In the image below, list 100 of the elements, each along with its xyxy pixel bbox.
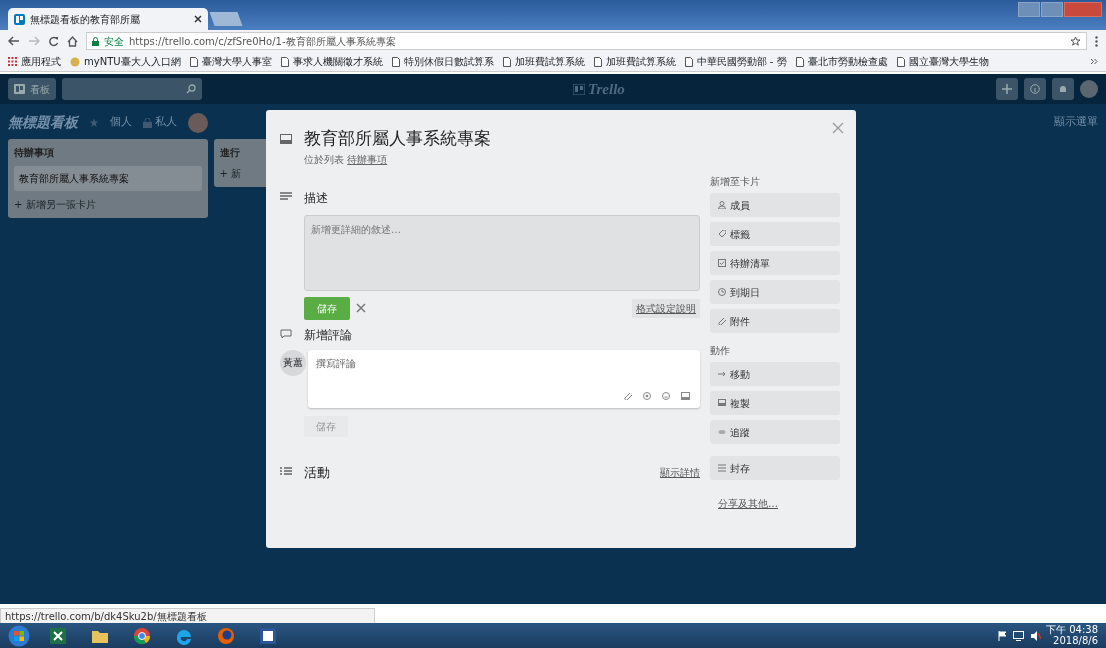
start-icon[interactable] <box>8 624 30 647</box>
card-icon <box>718 399 726 407</box>
sidebar-button[interactable]: 移動 <box>710 362 840 386</box>
team-label[interactable]: 個人 <box>110 114 132 131</box>
status-url: https://trello.com/b/dk4Sku2b/無標題看板 <box>0 608 375 624</box>
person-icon <box>718 201 726 209</box>
tab-title: 無標題看板的教育部所屬 <box>30 12 141 27</box>
section-heading: 描述 <box>304 189 328 207</box>
page-icon <box>795 56 804 67</box>
close-icon[interactable] <box>194 15 202 23</box>
comment-placeholder: 撰寫評論 <box>316 357 356 369</box>
sidebar-button[interactable]: 待辦清單 <box>710 251 840 275</box>
card-icon[interactable] <box>681 391 690 400</box>
bookmark-link[interactable]: myNTU臺大人入口網 <box>84 54 181 69</box>
sidebar-heading: 動作 <box>710 344 731 358</box>
bookmark-link[interactable]: 國立臺灣大學生物 <box>908 54 989 69</box>
bookmark-link[interactable]: 特別休假日數試算系 <box>403 54 494 69</box>
menu-icon[interactable] <box>1095 35 1098 47</box>
address-bar[interactable]: 安全 https://trello.com/c/zfSre0Ho/1-教育部所屬人事系統專案 <box>86 32 1087 50</box>
home-icon[interactable] <box>67 35 78 47</box>
show-details-link[interactable]: 顯示詳情 <box>660 464 700 480</box>
comment-icon <box>280 329 292 340</box>
page-icon <box>391 56 400 67</box>
add-button[interactable] <box>996 78 1018 100</box>
card-icon <box>280 133 292 144</box>
card-title[interactable]: 教育部所屬人事系統專案 <box>14 165 202 191</box>
star-icon[interactable] <box>89 117 99 128</box>
checklist-icon <box>718 259 726 267</box>
comment-field[interactable]: 撰寫評論 <box>308 349 700 408</box>
add-card-link[interactable]: + 新 <box>219 165 268 181</box>
bell-icon <box>1058 84 1068 94</box>
list-link[interactable]: 待辦事項 <box>347 153 388 165</box>
clock-icon <box>718 288 726 296</box>
section-heading: 活動 <box>304 463 330 482</box>
site-icon <box>70 56 80 67</box>
logo-text: Trello <box>587 79 625 99</box>
activity-icon <box>280 467 292 477</box>
visibility-label[interactable]: 私人 <box>154 114 177 131</box>
info-icon <box>1030 84 1040 94</box>
lock-icon <box>143 117 152 128</box>
browser-tab[interactable]: 無標題看板的教育部所屬 <box>8 8 208 30</box>
section-heading: 新增評論 <box>304 326 352 344</box>
page-icon <box>189 56 198 67</box>
search-field[interactable] <box>62 78 202 100</box>
attachment-icon[interactable] <box>624 391 632 400</box>
attachment-icon <box>718 317 726 325</box>
spreadsheet-icon[interactable] <box>48 625 68 646</box>
save-button: 儲存 <box>304 415 348 437</box>
plus-icon <box>1002 84 1012 94</box>
page-icon <box>896 56 905 67</box>
apps-icon <box>8 57 17 66</box>
search-icon <box>186 84 196 94</box>
board-title[interactable]: 無標題看板 <box>8 112 78 133</box>
flag-icon[interactable] <box>997 630 1008 641</box>
clock-time: 下午 04:38 <box>1046 625 1098 636</box>
bookmark-link[interactable]: 臺灣大學人事室 <box>201 54 272 69</box>
show-menu-link[interactable]: 顯示選單 <box>1054 114 1098 131</box>
back-icon[interactable] <box>8 36 20 46</box>
sidebar-button[interactable]: 追蹤 <box>710 420 840 444</box>
sidebar-button[interactable]: 複製 <box>710 391 840 415</box>
sidebar-button[interactable]: 到期日 <box>710 280 840 304</box>
bookmark-link[interactable]: 加班費試算系統 <box>605 54 676 69</box>
page-icon <box>684 56 693 67</box>
bookmark-link[interactable]: 加班費試算系統 <box>514 54 585 69</box>
info-button[interactable] <box>1024 78 1046 100</box>
list-title: 進行 <box>219 145 241 160</box>
page-icon <box>502 56 511 67</box>
notifications-button[interactable] <box>1052 78 1074 100</box>
description-field[interactable]: 新增更詳細的敘述… <box>304 214 700 291</box>
clock-date: 2018/8/6 <box>1053 635 1098 646</box>
emoji-icon[interactable] <box>662 391 670 400</box>
star-icon[interactable] <box>1070 35 1081 47</box>
browser-icon[interactable] <box>132 625 152 646</box>
bookmark-link[interactable]: 應用程式 <box>21 54 61 69</box>
sidebar-button[interactable]: 成員 <box>710 193 840 217</box>
tag-icon <box>718 230 726 238</box>
reload-icon[interactable] <box>48 35 59 47</box>
speaker-icon[interactable] <box>1029 630 1041 641</box>
sidebar-button[interactable]: 封存 <box>710 456 840 480</box>
arrow-icon <box>718 370 726 378</box>
sidebar-button[interactable]: 附件 <box>710 309 840 333</box>
bookmark-link[interactable]: 中華民國勞動部 - 勞 <box>696 54 787 69</box>
url-text: https://trello.com/c/zfSre0Ho/1-教育部所屬人事系統專案 <box>129 34 397 49</box>
logo-icon <box>573 83 586 95</box>
document-icon[interactable] <box>258 625 278 646</box>
format-help-link[interactable]: 格式設定說明 <box>632 298 700 318</box>
new-tab-button[interactable] <box>209 12 243 26</box>
page-icon <box>593 56 602 67</box>
more-bookmarks-icon[interactable] <box>1090 58 1098 65</box>
bookmark-link[interactable]: 事求人機關徵才系統 <box>292 54 383 69</box>
sidebar-button[interactable]: 標籤 <box>710 222 840 246</box>
share-link[interactable]: 分享及其他… <box>718 496 840 511</box>
avatar-icon <box>1080 80 1098 98</box>
monitor-icon[interactable] <box>1013 630 1024 641</box>
mention-icon[interactable] <box>643 391 651 400</box>
page-icon <box>280 56 289 67</box>
list-location: 位於列表 待辦事項 <box>304 152 389 167</box>
list-title: 待辦事項 <box>14 145 55 160</box>
bookmark-link[interactable]: 臺北市勞動檢查處 <box>807 54 888 69</box>
secure-label: 安全 <box>104 34 124 49</box>
